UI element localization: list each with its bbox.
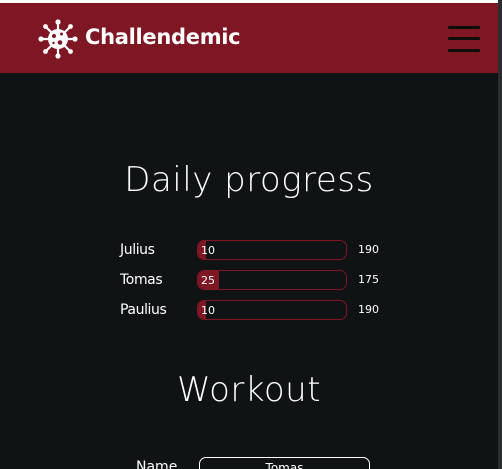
progress-current-value: 10 — [201, 304, 215, 317]
progress-current-value: 25 — [201, 274, 215, 287]
menu-bar — [448, 49, 480, 52]
daily-progress-title: Daily progress — [124, 160, 374, 200]
scrollbar-track[interactable] — [498, 0, 502, 469]
participant-name: Julius — [120, 242, 155, 258]
progress-goal-value: 190 — [358, 243, 379, 256]
name-label: Name — [136, 459, 178, 469]
progress-bar: 10 — [197, 240, 347, 260]
name-input[interactable]: Tomas — [199, 457, 370, 469]
participant-name: Paulius — [120, 302, 167, 318]
progress-bar: 25 — [197, 270, 347, 290]
hamburger-menu-icon[interactable] — [446, 22, 482, 56]
progress-row: Tomas 25 175 — [0, 270, 498, 292]
progress-row: Paulius 10 190 — [0, 300, 498, 322]
menu-bar — [448, 26, 480, 29]
progress-current-value: 10 — [201, 244, 215, 257]
progress-row: Julius 10 190 — [0, 240, 498, 262]
menu-bar — [448, 37, 480, 40]
virus-icon[interactable] — [38, 19, 78, 59]
progress-bar: 10 — [197, 300, 347, 320]
app-header: Challendemic — [0, 3, 498, 73]
workout-title: Workout — [176, 370, 322, 410]
participant-name: Tomas — [120, 272, 163, 288]
brand-name[interactable]: Challendemic — [85, 25, 241, 49]
progress-goal-value: 175 — [358, 273, 379, 286]
progress-goal-value: 190 — [358, 303, 379, 316]
